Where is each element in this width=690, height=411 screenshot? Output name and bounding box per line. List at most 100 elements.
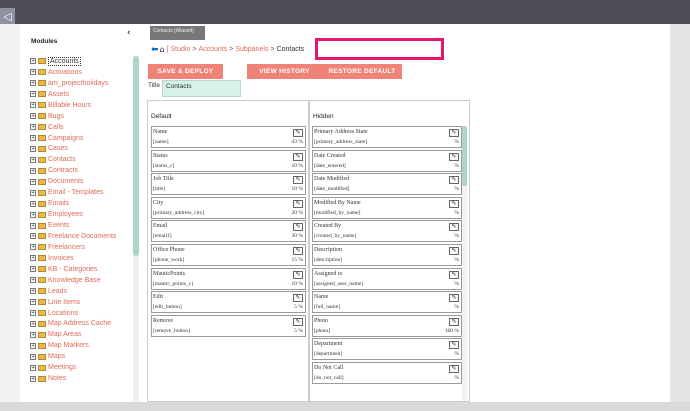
module-item[interactable]: + Leads	[30, 286, 134, 297]
expand-icon[interactable]: +	[30, 91, 36, 98]
breadcrumb-studio[interactable]: [ Studio	[167, 46, 191, 53]
expand-icon[interactable]: +	[30, 189, 36, 196]
expand-icon[interactable]: +	[30, 364, 36, 371]
field-card[interactable]: Remove ✎ [remove_button] 5 %	[151, 314, 306, 337]
module-item[interactable]: + Invoices	[30, 253, 134, 264]
module-label[interactable]: Email - Templates	[48, 189, 104, 196]
module-item[interactable]: + Map Areas	[30, 329, 134, 340]
module-label[interactable]: Contracts	[48, 167, 78, 174]
module-item[interactable]: + Notes	[30, 373, 134, 384]
edit-pencil-icon[interactable]: ✎	[449, 317, 459, 326]
expand-icon[interactable]: +	[30, 102, 36, 109]
field-card[interactable]: Date Created ✎ [date_entered]%	[312, 149, 462, 172]
field-card[interactable]: Status ✎ [status_c] 10 %	[151, 149, 306, 172]
module-label[interactable]: Events	[48, 222, 69, 229]
field-card[interactable]: Edit ✎ [edit_button] 5 %	[151, 291, 306, 314]
expand-icon[interactable]: +	[30, 310, 36, 317]
tab-contacts-aliased[interactable]: Contacts (Aliased)	[150, 26, 205, 40]
module-item[interactable]: + Activations	[30, 67, 134, 78]
edit-pencil-icon[interactable]: ✎	[449, 246, 459, 255]
module-label[interactable]: Leads	[48, 288, 67, 295]
hidden-column-scroll-thumb[interactable]	[462, 126, 467, 186]
breadcrumb-subpanels[interactable]: Subpanels	[235, 46, 268, 53]
module-item[interactable]: + Emails	[30, 198, 134, 209]
module-item[interactable]: + Cases	[30, 144, 134, 155]
expand-icon[interactable]: +	[30, 113, 36, 120]
module-label[interactable]: KB - Categories	[48, 266, 97, 273]
module-label[interactable]: Bugs	[48, 113, 64, 120]
edit-pencil-icon[interactable]: ✎	[449, 270, 459, 279]
field-card[interactable]: Office Phone ✎ [phone_work] 15 %	[151, 243, 306, 266]
module-item[interactable]: + Maps	[30, 351, 134, 362]
field-card[interactable]: Do Not Call ✎ [do_not_call]%	[312, 361, 462, 384]
hidden-column-scrollbar[interactable]	[462, 126, 467, 401]
module-label[interactable]: Billable Hours	[48, 102, 91, 109]
edit-pencil-icon[interactable]: ✎	[293, 223, 303, 232]
edit-pencil-icon[interactable]: ✎	[449, 176, 459, 185]
edit-pencil-icon[interactable]: ✎	[293, 294, 303, 303]
module-label[interactable]: Locations	[48, 310, 78, 317]
back-arrow-icon[interactable]: ⬅	[151, 45, 159, 55]
field-card[interactable]: Date Modified ✎ [date_modified]%	[312, 173, 462, 196]
expand-icon[interactable]: +	[30, 211, 36, 218]
field-card[interactable]: Created By ✎ [created_by_name]%	[312, 220, 462, 243]
edit-pencil-icon[interactable]: ✎	[293, 152, 303, 161]
edit-pencil-icon[interactable]: ✎	[449, 341, 459, 350]
sidebar-scroll-thumb[interactable]	[133, 56, 139, 256]
module-item[interactable]: + Knowledge Base	[30, 275, 134, 286]
home-icon[interactable]: ⌂	[160, 45, 165, 54]
module-label[interactable]: Cases	[48, 145, 68, 152]
field-card[interactable]: Primary Address State ✎ [primary_address_s…	[312, 126, 462, 148]
module-label[interactable]: Activations	[48, 69, 82, 76]
module-label[interactable]: Contacts	[48, 156, 76, 163]
module-label[interactable]: am_projectholidays	[48, 80, 108, 87]
expand-icon[interactable]: +	[30, 222, 36, 229]
expand-icon[interactable]: +	[30, 124, 36, 131]
edit-pencil-icon[interactable]: ✎	[293, 270, 303, 279]
view-history-button[interactable]: VIEW HISTORY	[247, 64, 322, 79]
edit-pencil-icon[interactable]: ✎	[449, 294, 459, 303]
expand-icon[interactable]: +	[30, 320, 36, 327]
module-item[interactable]: + Employees	[30, 209, 134, 220]
expand-icon[interactable]: +	[30, 277, 36, 284]
module-item[interactable]: + Accounts	[30, 56, 134, 67]
field-card[interactable]: City ✎ [primary_address_city] 20 %	[151, 196, 306, 219]
module-item[interactable]: + Campaigns	[30, 133, 134, 144]
module-item[interactable]: + Calls	[30, 122, 134, 133]
module-label[interactable]: Accounts	[48, 56, 81, 66]
module-item[interactable]: + Documents	[30, 176, 134, 187]
module-item[interactable]: + Assets	[30, 89, 134, 100]
title-input[interactable]: Contacts	[162, 80, 241, 97]
field-card[interactable]: Assigned to ✎ [assigned_user_name]%	[312, 267, 462, 290]
restore-default-button[interactable]: RESTORE DEFAULT	[322, 64, 402, 79]
edit-pencil-icon[interactable]: ✎	[449, 152, 459, 161]
edit-pencil-icon[interactable]: ✎	[293, 317, 303, 326]
back-toggle-icon[interactable]: ◁	[0, 8, 15, 24]
expand-icon[interactable]: +	[30, 233, 36, 240]
expand-icon[interactable]: +	[30, 58, 36, 65]
expand-icon[interactable]: +	[30, 178, 36, 185]
edit-pencil-icon[interactable]: ✎	[449, 199, 459, 208]
module-label[interactable]: Knowledge Base	[48, 277, 101, 284]
expand-icon[interactable]: +	[30, 145, 36, 152]
module-item[interactable]: + Line Items	[30, 297, 134, 308]
module-label[interactable]: Calls	[48, 124, 64, 131]
module-label[interactable]: Freelance Documents	[48, 233, 116, 240]
edit-pencil-icon[interactable]: ✎	[293, 246, 303, 255]
field-card[interactable]: Photo ✎ [photo] 160 %	[312, 314, 462, 337]
module-item[interactable]: + Email - Templates	[30, 187, 134, 198]
expand-icon[interactable]: +	[30, 353, 36, 360]
edit-pencil-icon[interactable]: ✎	[449, 223, 459, 232]
expand-icon[interactable]: +	[30, 135, 36, 142]
module-label[interactable]: Map Areas	[48, 331, 81, 338]
module-item[interactable]: + Map Markers	[30, 340, 134, 351]
field-card[interactable]: Job Title ✎ [title] 10 %	[151, 173, 306, 196]
module-label[interactable]: Assets	[48, 91, 69, 98]
module-item[interactable]: + KB - Categories	[30, 264, 134, 275]
module-item[interactable]: + Locations	[30, 308, 134, 319]
field-card[interactable]: Modified By Name ✎ [modified_by_name]%	[312, 196, 462, 219]
expand-icon[interactable]: +	[30, 375, 36, 382]
module-item[interactable]: + Meetings	[30, 362, 134, 373]
field-card[interactable]: Name ✎ [name] 43 %	[151, 126, 306, 148]
breadcrumb-accounts[interactable]: Accounts	[198, 46, 227, 53]
